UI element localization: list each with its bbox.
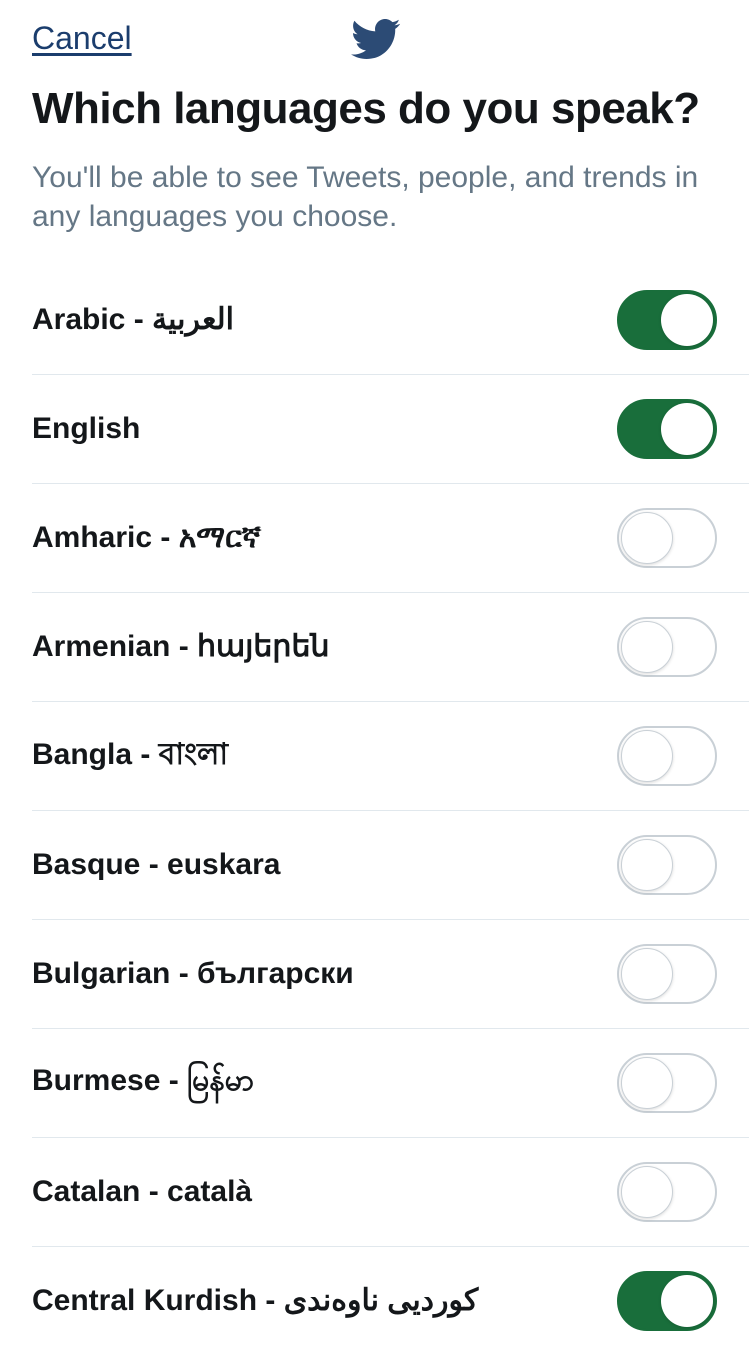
language-row: Arabic - العربية [32, 266, 749, 375]
language-toggle[interactable] [617, 1271, 717, 1331]
header: Cancel [0, 0, 749, 67]
language-label: Armenian - հայերեն [32, 629, 329, 664]
language-list: Arabic - العربية English Amharic - አማርኛ Arm… [0, 266, 749, 1355]
cancel-button[interactable]: Cancel [32, 20, 132, 57]
language-row: Basque - euskara [32, 811, 749, 920]
page-subtitle: You'll be able to see Tweets, people, an… [0, 146, 749, 266]
toggle-knob [621, 839, 673, 891]
toggle-knob [621, 730, 673, 782]
language-toggle[interactable] [617, 290, 717, 350]
language-label: Arabic - العربية [32, 302, 234, 337]
language-row: Armenian - հայերեն [32, 593, 749, 702]
language-row: Central Kurdish - کوردیی ناوەندی [32, 1247, 749, 1355]
language-row: Bulgarian - български [32, 920, 749, 1029]
toggle-knob [621, 1057, 673, 1109]
toggle-knob [661, 403, 713, 455]
language-row: Bangla - বাংলা [32, 702, 749, 811]
language-row: Amharic - አማርኛ [32, 484, 749, 593]
language-toggle[interactable] [617, 399, 717, 459]
page-title: Which languages do you speak? [0, 67, 749, 146]
twitter-logo-icon [349, 13, 401, 65]
language-label: Central Kurdish - کوردیی ناوەندی [32, 1283, 478, 1318]
language-label: Basque - euskara [32, 848, 280, 882]
language-label: Amharic - አማርኛ [32, 521, 261, 555]
language-row: Catalan - català [32, 1138, 749, 1247]
toggle-knob [661, 1275, 713, 1327]
language-toggle[interactable] [617, 508, 717, 568]
language-toggle[interactable] [617, 617, 717, 677]
toggle-knob [661, 294, 713, 346]
toggle-knob [621, 1166, 673, 1218]
language-toggle[interactable] [617, 1162, 717, 1222]
language-toggle[interactable] [617, 944, 717, 1004]
toggle-knob [621, 512, 673, 564]
toggle-knob [621, 621, 673, 673]
language-toggle[interactable] [617, 1053, 717, 1113]
language-toggle[interactable] [617, 835, 717, 895]
language-label: English [32, 412, 140, 446]
toggle-knob [621, 948, 673, 1000]
language-toggle[interactable] [617, 726, 717, 786]
language-row: English [32, 375, 749, 484]
language-label: Burmese - မြန်မာ [32, 1060, 254, 1105]
language-label: Bangla - বাংলা [32, 730, 228, 781]
language-row: Burmese - မြန်မာ [32, 1029, 749, 1138]
language-label: Catalan - català [32, 1175, 252, 1209]
language-label: Bulgarian - български [32, 957, 354, 991]
